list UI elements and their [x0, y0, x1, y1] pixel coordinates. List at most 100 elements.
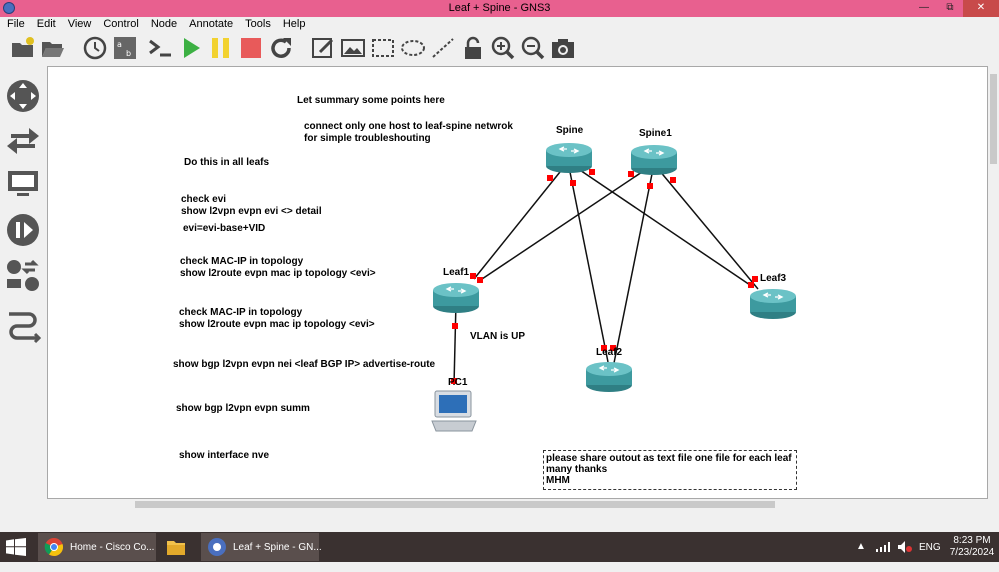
node-label-leaf2[interactable]: Leaf2	[596, 347, 622, 358]
zoom-in-icon[interactable]	[490, 35, 516, 61]
taskbar-item-gns3[interactable]: Leaf + Spine - GN...	[201, 533, 322, 561]
topology-canvas[interactable]: Let summary some points here connect onl…	[47, 66, 988, 499]
menu-tools[interactable]: Tools	[238, 17, 276, 30]
insert-image-icon[interactable]	[340, 35, 366, 61]
note-show-mac-1[interactable]: show l2route evpn mac ip topology <evi>	[180, 268, 376, 280]
note-connect-line2[interactable]: for simple troubleshouting	[304, 133, 431, 145]
link-status-indicator	[547, 175, 553, 181]
horizontal-scroll-thumb[interactable]	[135, 501, 775, 508]
link-status-indicator	[452, 323, 458, 329]
taskbar-item-chrome[interactable]: Home - Cisco Co...	[38, 533, 156, 561]
router-spine[interactable]	[545, 142, 593, 174]
add-note-icon[interactable]	[310, 35, 336, 61]
menu-help[interactable]: Help	[276, 17, 311, 30]
router-spine1[interactable]	[630, 144, 678, 176]
topology-links	[451, 161, 759, 386]
routers-icon[interactable]	[5, 78, 41, 114]
volume-muted-icon[interactable]	[898, 541, 912, 553]
gns3-icon	[208, 538, 226, 556]
pc1-computer-icon[interactable]	[429, 389, 479, 433]
note-check-mac-2[interactable]: check MAC-IP in topology	[179, 307, 302, 319]
router-leaf2[interactable]	[585, 361, 633, 393]
node-label-leaf3[interactable]: Leaf3	[760, 273, 786, 284]
add-link-icon[interactable]	[5, 308, 41, 344]
link-status-indicator	[670, 177, 676, 183]
node-label-spine1[interactable]: Spine1	[639, 128, 672, 139]
taskbar-item-explorer[interactable]	[160, 533, 196, 561]
all-devices-icon[interactable]	[5, 258, 41, 294]
terminal-icon[interactable]	[147, 35, 173, 61]
open-folder-icon[interactable]	[40, 35, 66, 61]
note-evi-formula[interactable]: evi=evi-base+VID	[183, 223, 265, 235]
stop-all-icon[interactable]	[238, 35, 264, 61]
clock[interactable]: 8:23 PM 7/23/2024	[948, 532, 996, 562]
note-nve[interactable]: show interface nve	[179, 450, 269, 462]
link-spine-leaf3	[567, 161, 754, 288]
windows-start-icon[interactable]	[6, 538, 26, 556]
taskbar: Home - Cisco Co... Leaf + Spine - GN... …	[0, 532, 999, 562]
link-status-indicator	[570, 180, 576, 186]
screenshot-icon[interactable]	[550, 35, 576, 61]
horizontal-scrollbar[interactable]	[47, 499, 988, 510]
node-label-leaf1[interactable]: Leaf1	[443, 267, 469, 278]
menu-annotate[interactable]: Annotate	[182, 17, 238, 30]
start-all-icon[interactable]	[178, 35, 204, 61]
reload-all-icon[interactable]	[268, 35, 294, 61]
note-vlan[interactable]: VLAN is UP	[470, 331, 525, 343]
end-devices-icon[interactable]	[5, 166, 41, 202]
new-project-icon[interactable]	[10, 35, 36, 61]
note-connect-line1[interactable]: connect only one host to leaf-spine netw…	[304, 121, 513, 133]
title-bar: Leaf + Spine - GNS3 — ⧉ ✕	[0, 0, 999, 17]
note-share-box[interactable]: please share outout as text file one fil…	[543, 450, 797, 490]
zoom-out-icon[interactable]	[520, 35, 546, 61]
security-devices-icon[interactable]	[5, 212, 41, 248]
note-do-this[interactable]: Do this in all leafs	[184, 157, 269, 169]
vertical-scrollbar[interactable]	[988, 66, 999, 499]
router-leaf3[interactable]	[749, 288, 797, 320]
note-show-mac-2[interactable]: show l2route evpn mac ip topology <evi>	[179, 319, 375, 331]
note-share-line1: please share outout as text file one fil…	[546, 453, 792, 464]
console-all-icon[interactable]: ab	[112, 35, 138, 61]
note-bgp-nei[interactable]: show bgp l2vpn evpn nei <leaf BGP IP> ad…	[173, 359, 435, 371]
note-summary[interactable]: Let summary some points here	[297, 95, 445, 107]
snapshot-clock-icon[interactable]	[82, 35, 108, 61]
menu-view[interactable]: View	[61, 17, 97, 30]
svg-text:a: a	[117, 40, 122, 49]
draw-rectangle-icon[interactable]	[370, 35, 396, 61]
language-indicator[interactable]: ENG	[919, 542, 941, 572]
maximize-button[interactable]: ⧉	[937, 0, 963, 17]
chrome-icon	[44, 538, 64, 557]
svg-text:b: b	[126, 49, 131, 58]
device-dock	[0, 66, 47, 510]
link-leaf1-pc1	[453, 301, 457, 386]
note-check-mac-1[interactable]: check MAC-IP in topology	[180, 256, 303, 268]
node-label-spine[interactable]: Spine	[556, 125, 583, 136]
toolbar: ab	[0, 31, 999, 65]
show-hidden-icons-button[interactable]: ▲	[856, 541, 866, 571]
network-icon[interactable]	[876, 542, 890, 552]
lock-icon[interactable]	[460, 35, 486, 61]
switches-icon[interactable]	[5, 122, 41, 158]
window-controls: — ⧉ ✕	[911, 0, 999, 17]
minimize-button[interactable]: —	[911, 0, 937, 17]
note-share-line3: MHM	[546, 475, 570, 486]
note-check-evi[interactable]: check evi	[181, 194, 226, 206]
vertical-scroll-thumb[interactable]	[990, 74, 997, 164]
link-spine1-leaf2	[613, 163, 655, 364]
menu-node[interactable]: Node	[144, 17, 182, 30]
file-explorer-icon	[167, 541, 185, 555]
close-button[interactable]: ✕	[963, 0, 999, 17]
clock-date: 7/23/2024	[949, 547, 995, 558]
note-show-evi[interactable]: show l2vpn evpn evi <> detail	[181, 206, 322, 218]
link-status-indicator	[470, 273, 476, 279]
note-bgp-summ[interactable]: show bgp l2vpn evpn summ	[176, 403, 310, 415]
menu-edit[interactable]: Edit	[30, 17, 61, 30]
link-spine-leaf2	[567, 161, 609, 363]
draw-line-icon[interactable]	[430, 35, 456, 61]
node-label-pc1[interactable]: PC1	[448, 377, 467, 388]
menu-control[interactable]: Control	[96, 17, 143, 30]
draw-ellipse-icon[interactable]	[400, 35, 426, 61]
menu-file[interactable]: File	[0, 17, 30, 30]
router-leaf1[interactable]	[432, 282, 480, 314]
suspend-all-icon[interactable]	[208, 35, 234, 61]
